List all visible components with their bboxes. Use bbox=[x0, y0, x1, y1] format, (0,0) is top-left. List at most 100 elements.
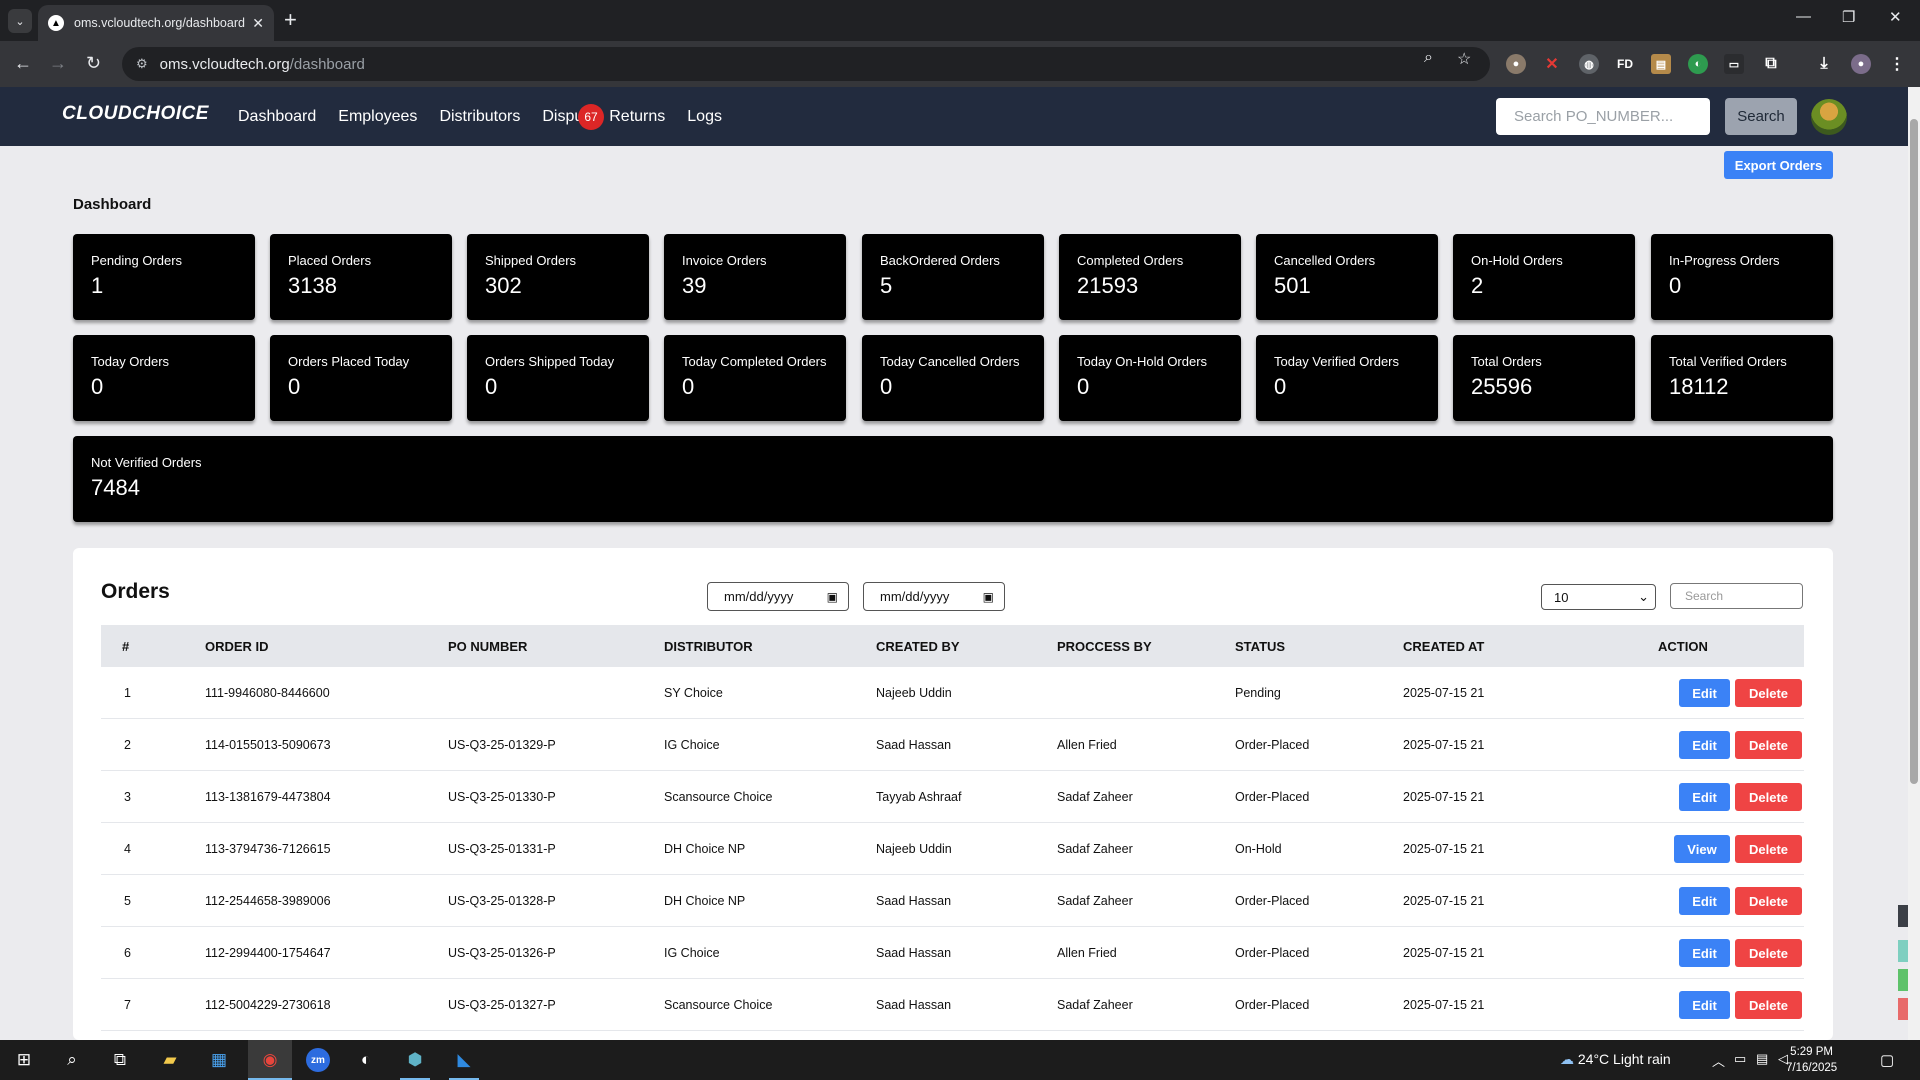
extension-dark-icon[interactable]: ▭ bbox=[1724, 54, 1744, 74]
delete-button[interactable]: Delete bbox=[1735, 679, 1802, 707]
po-search-button[interactable]: Search bbox=[1725, 98, 1797, 135]
col-status: STATUS bbox=[1235, 639, 1286, 654]
stat-value: 0 bbox=[1669, 273, 1682, 298]
nav-logs[interactable]: Logs bbox=[687, 108, 722, 126]
reload-icon[interactable]: ↻ bbox=[86, 53, 101, 73]
extension-image-icon[interactable]: ▤ bbox=[1651, 54, 1671, 74]
browser-tab[interactable]: ▲ oms.vcloudtech.org/dashboard ✕ bbox=[38, 5, 274, 41]
extension-fd-icon[interactable]: FD bbox=[1615, 54, 1635, 74]
nav-distributors[interactable]: Distributors bbox=[439, 108, 520, 126]
nav-employees[interactable]: Employees bbox=[338, 108, 417, 126]
stat-card-cancelled-today: Today Cancelled Orders 0 bbox=[862, 335, 1044, 421]
extension-globe-icon[interactable]: ◍ bbox=[1579, 54, 1599, 74]
calendar-icon[interactable]: ▣ bbox=[983, 590, 994, 604]
side-widget-dark[interactable] bbox=[1898, 905, 1908, 927]
tray-chevron-icon[interactable]: ︿ bbox=[1712, 1051, 1725, 1070]
system-clock[interactable]: 5:29 PM 7/16/2025 bbox=[1786, 1044, 1837, 1076]
stat-label: Total Orders bbox=[1471, 354, 1542, 369]
window-close-icon[interactable]: ✕ bbox=[1889, 8, 1902, 26]
minimize-icon[interactable]: — bbox=[1796, 8, 1811, 25]
cell-created-by: Saad Hassan bbox=[876, 998, 952, 1012]
cell-created-at: 2025-07-15 21 bbox=[1403, 894, 1485, 908]
restore-icon[interactable]: ❐ bbox=[1842, 8, 1855, 26]
stat-value: 0 bbox=[288, 374, 301, 399]
weather-widget[interactable]: ☁ 24°C Light rain bbox=[1560, 1051, 1671, 1068]
calendar-icon[interactable]: ▣ bbox=[827, 590, 838, 604]
edit-button[interactable]: Edit bbox=[1679, 991, 1730, 1019]
download-icon[interactable]: ⤓ bbox=[1814, 54, 1834, 74]
back-arrow-icon[interactable]: ← bbox=[14, 53, 32, 73]
store-icon[interactable]: ▦ bbox=[207, 1048, 231, 1072]
cell-created-by: Tayyab Ashraaf bbox=[876, 790, 962, 804]
browser-menu-icon[interactable]: ⋮ bbox=[1887, 54, 1907, 74]
edit-button[interactable]: Edit bbox=[1679, 783, 1730, 811]
battery-icon[interactable]: ▭ bbox=[1734, 1051, 1746, 1067]
new-tab-plus-icon[interactable]: + bbox=[284, 8, 297, 32]
stat-label: Total Verified Orders bbox=[1669, 354, 1787, 369]
table-row: 1 111-9946080-8446600 SY Choice Najeeb U… bbox=[101, 667, 1804, 719]
scroll-thumb[interactable] bbox=[1910, 119, 1918, 784]
mongodb-compass-icon[interactable]: ◐ bbox=[354, 1048, 378, 1072]
cell-distributor: Scansource Choice bbox=[664, 790, 773, 804]
delete-button[interactable]: Delete bbox=[1735, 731, 1802, 759]
search-icon[interactable]: ⌕ bbox=[60, 1048, 84, 1072]
edit-button[interactable]: Edit bbox=[1679, 679, 1730, 707]
side-widget-teal[interactable] bbox=[1898, 940, 1908, 962]
nav-dashboard[interactable]: Dashboard bbox=[238, 108, 316, 126]
extension-green-icon[interactable]: ◐ bbox=[1688, 54, 1708, 74]
windows-start-icon[interactable]: ⊞ bbox=[12, 1048, 36, 1072]
user-avatar[interactable] bbox=[1811, 99, 1847, 135]
view-button[interactable]: View bbox=[1674, 835, 1730, 863]
page-size-select[interactable]: 10 ⌄ bbox=[1541, 584, 1656, 610]
page-scrollbar[interactable] bbox=[1908, 87, 1920, 1040]
site-info-icon[interactable]: ⚙ bbox=[136, 56, 148, 72]
edit-button[interactable]: Edit bbox=[1679, 731, 1730, 759]
url-path: /dashboard bbox=[289, 55, 365, 73]
date-from-input[interactable]: mm/dd/yyyy ▣ bbox=[707, 582, 849, 611]
date-to-input[interactable]: mm/dd/yyyy ▣ bbox=[863, 582, 1005, 611]
brand-logo[interactable]: CLOUDCHOICE bbox=[62, 103, 209, 125]
notification-icon[interactable]: ▢ bbox=[1880, 1051, 1894, 1069]
stat-card-verified-today: Today Verified Orders 0 bbox=[1256, 335, 1438, 421]
chrome-icon[interactable]: ◉ bbox=[258, 1048, 282, 1072]
delete-button[interactable]: Delete bbox=[1735, 939, 1802, 967]
side-widget-red[interactable] bbox=[1898, 998, 1908, 1020]
nav-returns[interactable]: Returns bbox=[609, 108, 665, 126]
network-icon[interactable]: ▤ bbox=[1756, 1051, 1768, 1067]
table-row: 4 113-3794736-7126615 US-Q3-25-01331-P D… bbox=[101, 823, 1804, 875]
cell-created-by: Najeeb Uddin bbox=[876, 842, 952, 856]
address-bar[interactable]: ⚙ oms.vcloudtech.org/dashboard bbox=[122, 47, 1490, 81]
app-hex-icon[interactable]: ⬢ bbox=[403, 1048, 427, 1072]
delete-button[interactable]: Delete bbox=[1735, 783, 1802, 811]
extensions-puzzle-icon[interactable]: ⧉ bbox=[1761, 54, 1781, 74]
delete-button[interactable]: Delete bbox=[1735, 887, 1802, 915]
bookmark-star-icon[interactable]: ☆ bbox=[1457, 49, 1471, 69]
tab-search-chevron-icon[interactable]: ⌄ bbox=[8, 9, 32, 33]
export-orders-button[interactable]: Export Orders bbox=[1724, 151, 1833, 179]
app-navbar: CLOUDCHOICE Dashboard Employees Distribu… bbox=[0, 87, 1908, 146]
side-widget-green[interactable] bbox=[1898, 969, 1908, 991]
profile-avatar-icon[interactable]: ● bbox=[1851, 54, 1871, 74]
stat-label: On-Hold Orders bbox=[1471, 253, 1563, 268]
vscode-icon[interactable]: ◣ bbox=[452, 1048, 476, 1072]
delete-button[interactable]: Delete bbox=[1735, 991, 1802, 1019]
forward-arrow-icon[interactable]: → bbox=[49, 53, 67, 73]
stat-value: 0 bbox=[1274, 374, 1287, 399]
orders-title: Orders bbox=[101, 580, 170, 603]
zoom-app-icon[interactable]: zm bbox=[306, 1048, 330, 1072]
delete-button[interactable]: Delete bbox=[1735, 835, 1802, 863]
tab-close-icon[interactable]: ✕ bbox=[252, 15, 264, 32]
extension-avatar-icon[interactable]: ● bbox=[1506, 54, 1526, 74]
edit-button[interactable]: Edit bbox=[1679, 887, 1730, 915]
table-search-input[interactable] bbox=[1670, 583, 1803, 609]
cell-created-by: Saad Hassan bbox=[876, 946, 952, 960]
edit-button[interactable]: Edit bbox=[1679, 939, 1730, 967]
extension-x-icon[interactable]: ✕ bbox=[1542, 54, 1562, 74]
date-from-placeholder: mm/dd/yyyy bbox=[724, 589, 794, 604]
file-explorer-icon[interactable]: ▰ bbox=[158, 1048, 182, 1072]
task-view-icon[interactable]: ⧉ bbox=[108, 1048, 132, 1072]
po-number-search-input[interactable] bbox=[1496, 98, 1710, 135]
zoom-icon[interactable]: ⌕ bbox=[1424, 49, 1433, 67]
cell-num: 7 bbox=[124, 998, 131, 1012]
url-host: oms.vcloudtech.org bbox=[159, 55, 290, 73]
